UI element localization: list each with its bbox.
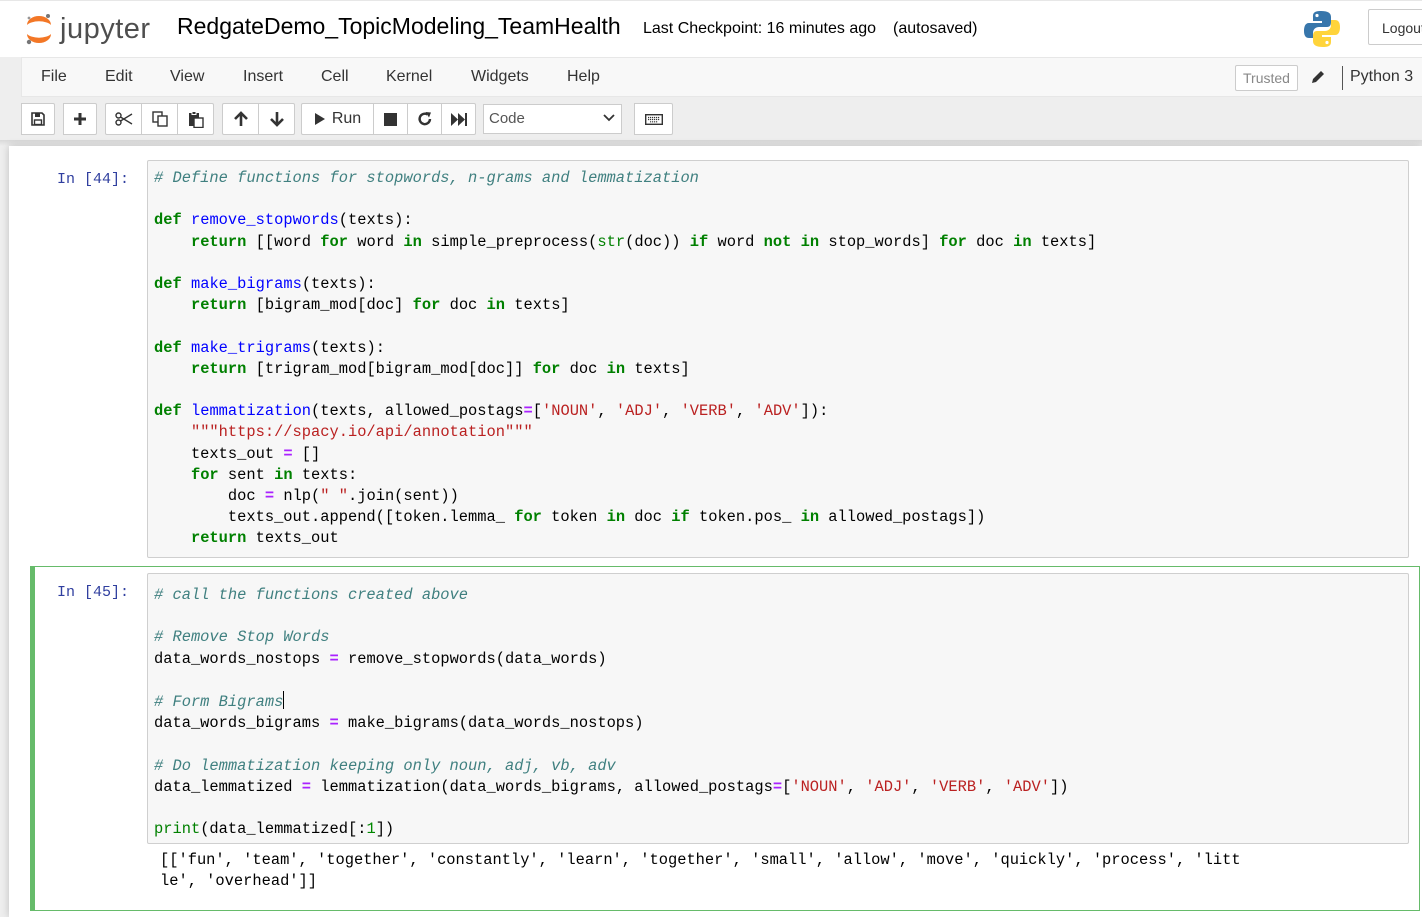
arrow-up-icon [233,111,248,126]
cell-type-select[interactable]: Code [483,104,622,134]
play-icon [314,113,325,125]
cell-prompt: In [45]: [57,584,130,601]
code-text[interactable]: # call the functions created above # Rem… [148,574,1408,840]
insert-cell-button[interactable] [63,103,97,135]
clipboard-group [105,103,214,135]
fast-forward-icon [450,112,467,126]
menu-kernel[interactable]: Kernel [386,68,432,86]
keyboard-icon [644,113,663,125]
menu-widgets[interactable]: Widgets [471,68,529,86]
notebook-container: In [44]: # Define functions for stopword… [9,146,1422,917]
insert-group [63,103,97,135]
menu-file[interactable]: File [41,68,67,86]
arrow-down-icon [269,112,284,127]
menubar: File Edit View Insert Cell Kernel Widget… [21,57,1422,97]
restart-run-all-button[interactable] [441,103,476,135]
run-button[interactable]: Run [301,103,374,135]
paste-icon [188,110,204,128]
save-group [21,103,55,135]
run-group: Run [301,103,476,135]
copy-button[interactable] [141,103,178,135]
jupyter-logo-text: jupyter [60,12,151,45]
save-icon [31,112,45,126]
logout-button[interactable]: Logout [1368,9,1422,45]
python-logo-icon [1304,11,1340,47]
interrupt-button[interactable] [373,103,408,135]
plus-icon [74,113,86,125]
checkpoint-status: Last Checkpoint: 16 minutes ago [643,20,877,37]
restart-icon [417,112,431,126]
menu-view[interactable]: View [170,68,204,86]
pencil-icon[interactable] [1310,69,1326,85]
save-button[interactable] [21,103,55,135]
menu-help[interactable]: Help [567,68,600,86]
code-editor[interactable]: # Define functions for stopwords, n-gram… [147,160,1409,558]
code-cell-selected[interactable]: In [45]: # call the functions created ab… [30,566,1420,911]
move-group [222,103,295,135]
run-label: Run [331,110,362,127]
jupyter-logo-icon [26,14,51,45]
code-text[interactable]: # Define functions for stopwords, n-gram… [148,161,1408,550]
cut-icon [114,112,132,126]
paste-button[interactable] [177,103,214,135]
menu-edit[interactable]: Edit [105,68,133,86]
autosave-status: (autosaved) [893,20,978,37]
trusted-badge[interactable]: Trusted [1235,65,1298,91]
move-down-button[interactable] [258,103,295,135]
text-cursor [283,691,285,710]
kernel-name[interactable]: Python 3 [1350,68,1413,86]
menu-cell[interactable]: Cell [321,68,349,86]
restart-button[interactable] [407,103,442,135]
notebook-title[interactable]: RedgateDemo_TopicModeling_TeamHealth [177,13,621,40]
jupyter-logo[interactable]: jupyter [24,9,151,49]
cell-output: [['fun', 'team', 'together', 'constantly… [160,851,1241,891]
copy-icon [151,111,168,127]
chevron-down-icon [603,114,615,122]
kernel-divider [1342,66,1343,90]
command-palette-button[interactable] [634,103,673,135]
move-up-button[interactable] [222,103,259,135]
stop-icon [384,112,397,126]
header: jupyter RedgateDemo_TopicModeling_TeamHe… [0,0,1422,57]
command-palette-group [634,103,673,135]
cut-button[interactable] [105,103,142,135]
code-cell[interactable]: In [44]: # Define functions for stopword… [9,159,1422,559]
menu-insert[interactable]: Insert [243,68,283,86]
cell-prompt: In [44]: [57,171,130,188]
cell-type-value: Code [489,110,525,127]
code-editor[interactable]: # call the functions created above # Rem… [147,573,1409,844]
